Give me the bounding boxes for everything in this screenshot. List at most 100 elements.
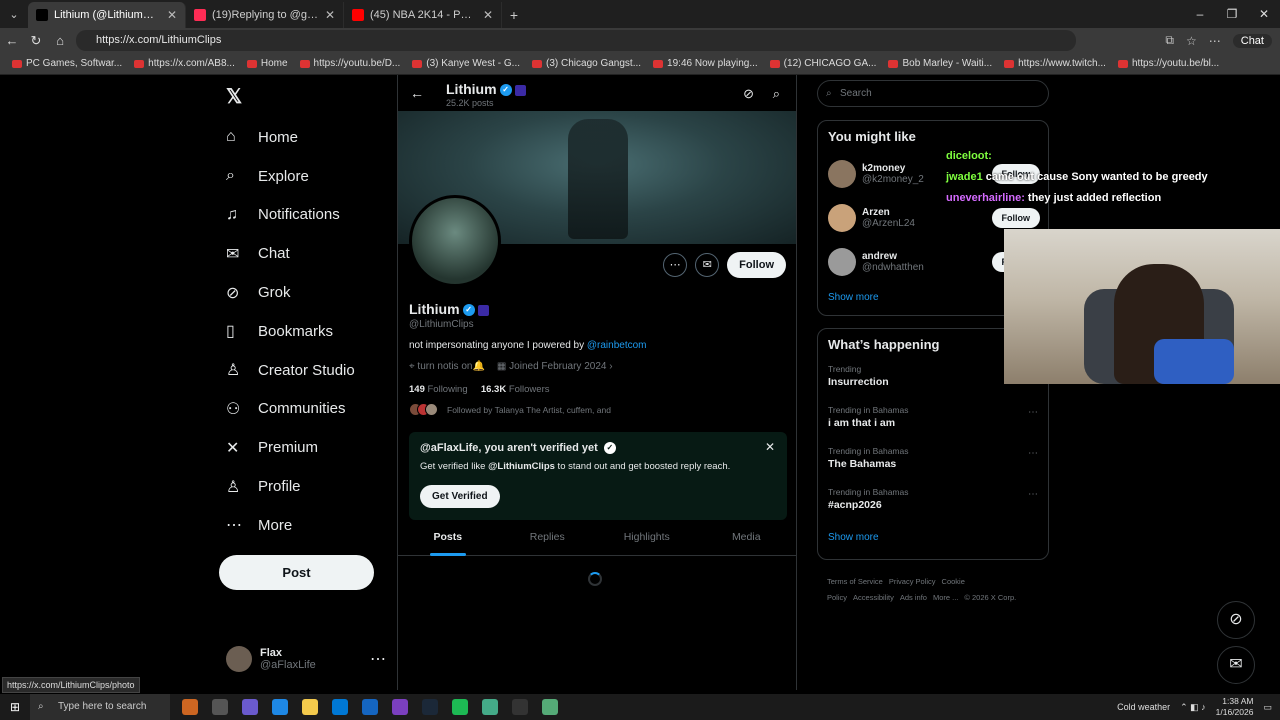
start-icon[interactable]: ⊞ [10,700,20,714]
reload-icon[interactable]: ↻ [24,33,48,49]
bookmark-item[interactable]: https://www.twitch... [998,58,1112,69]
app-icon[interactable] [542,699,558,715]
sidebar-item-profile[interactable]: ♙ Profile [218,467,398,506]
bookmark-item[interactable]: PC Games, Softwar... [6,58,128,69]
follow-button[interactable]: Follow [727,252,786,278]
tab-posts[interactable]: Posts [398,520,498,556]
profile-photo[interactable] [409,195,501,287]
x-logo-icon[interactable]: 𝕏 [226,84,242,109]
bookmark-item[interactable]: (12) CHICAGO GA... [764,58,883,69]
account-menu-icon[interactable]: ⋯ [370,649,386,669]
account-switcher[interactable]: Flax @aFlaxLife ⋯ [226,646,386,672]
back-icon[interactable]: ← [0,33,24,48]
bookmark-item[interactable]: https://x.com/AB8... [128,58,241,69]
more-options-icon[interactable]: ⋯ [663,253,688,277]
back-arrow-icon[interactable]: ← [410,85,424,101]
bookmark-item[interactable]: Bob Marley - Waiti... [882,58,998,69]
bookmark-item[interactable]: (3) Kanye West - G... [406,58,526,69]
app-icon[interactable] [182,699,198,715]
task-view-icon[interactable] [212,699,228,715]
extensions-icon[interactable]: ⧉ [1165,33,1174,48]
following-stat[interactable]: 149 Following [409,384,468,395]
tab-list-chevron-icon[interactable]: ⌄ [0,2,28,28]
close-window-icon[interactable]: ✕ [1248,0,1280,28]
close-tab-icon[interactable]: ✕ [325,8,335,22]
bookmark-item[interactable]: 19:46 Now playing... [647,58,764,69]
grok-float-icon[interactable]: ⊘ [1217,601,1255,639]
copilot-icon[interactable] [242,699,258,715]
bookmark-item[interactable]: https://youtu.be/bl... [1112,58,1225,69]
bookmark-item[interactable]: Home [241,58,294,69]
tray-icons[interactable]: ⌃ ◧ ♪ [1180,702,1206,713]
sidebar-item-bookmarks[interactable]: ▯ Bookmarks [218,312,398,351]
sidebar-item-notifications[interactable]: ♫ Notifications [218,196,398,235]
footer-link[interactable]: Accessibility [853,593,894,602]
tab-replies[interactable]: Replies [498,520,598,555]
search-icon[interactable]: ⌕ [773,86,780,102]
minimize-icon[interactable]: – [1184,0,1216,28]
sidebar-item-explore[interactable]: ⌕ Explore [218,157,398,196]
tab-media[interactable]: Media [697,520,797,555]
trend-more-icon[interactable]: ⋯ [1028,489,1038,500]
copilot-chat-button[interactable]: Chat [1232,33,1272,48]
sidebar-item-premium[interactable]: ✕ Premium [218,428,398,467]
footer-link[interactable]: More ... [933,593,958,602]
footer-link[interactable]: © 2026 X Corp. [964,593,1016,602]
explorer-icon[interactable] [302,699,318,715]
post-button[interactable]: Post [219,555,374,590]
close-tab-icon[interactable]: ✕ [483,8,493,22]
new-tab-button[interactable]: + [502,2,526,28]
home-icon[interactable]: ⌂ [48,33,72,48]
tab-highlights[interactable]: Highlights [597,520,697,555]
sidebar-item-creator-studio[interactable]: ♙ Creator Studio [218,351,398,390]
clock[interactable]: 1:38 AM 1/16/2026 [1216,696,1254,718]
bookmark-item[interactable]: (3) Chicago Gangst... [526,58,647,69]
trend-item[interactable]: Trending in Bahamas i am that i am ⋯ [818,401,1048,442]
message-icon[interactable]: ✉ [695,253,720,277]
messages-float-icon[interactable]: ✉ [1217,646,1255,684]
search-input[interactable]: ⌕ Search [817,80,1049,107]
settings-icon[interactable]: ⋯ [1209,34,1221,48]
footer-link[interactable]: Privacy Policy [889,577,936,586]
trend-item[interactable]: Trending in Bahamas #acnp2026 ⋯ [818,483,1048,524]
store-icon[interactable] [332,699,348,715]
footer-link[interactable]: Terms of Service [827,577,883,586]
suggestion-name: Arzen [862,207,890,218]
followed-by[interactable]: Followed by Talanya The Artist, cuffem, … [409,403,611,416]
outlook-icon[interactable] [362,699,378,715]
bookmark-item[interactable]: https://youtu.be/D... [294,58,407,69]
trend-more-icon[interactable]: ⋯ [1028,448,1038,459]
followers-stat[interactable]: 16.3K Followers [481,384,550,395]
browser-tab[interactable]: (19)Replying to @ghost workers a ✕ [186,2,344,28]
app-icon[interactable] [512,699,528,715]
sidebar-item-chat[interactable]: ✉ Chat [218,234,398,273]
discord-icon[interactable] [392,699,408,715]
sidebar-item-communities[interactable]: ⚇ Communities [218,390,398,429]
app-icon[interactable] [482,699,498,715]
spotify-icon[interactable] [452,699,468,715]
browser-tab[interactable]: Lithium (@LithiumClips) / X ✕ [28,2,186,28]
get-verified-button[interactable]: Get Verified [420,485,500,508]
edge-icon[interactable] [272,699,288,715]
trend-item[interactable]: Trending in Bahamas The Bahamas ⋯ [818,442,1048,483]
notification-icon[interactable]: ▭ [1263,702,1272,713]
steam-icon[interactable] [422,699,438,715]
show-more-link[interactable]: Show more [818,524,1048,551]
maximize-icon[interactable]: ❐ [1216,0,1248,28]
footer-link[interactable]: Ads info [900,593,927,602]
sidebar-item-home[interactable]: ⌂ Home [218,118,398,157]
sidebar-item-more[interactable]: ⋯ More [218,506,398,545]
follow-button[interactable]: Follow [991,208,1040,228]
close-tab-icon[interactable]: ✕ [167,8,177,22]
trend-more-icon[interactable]: ⋯ [1028,407,1038,418]
close-icon[interactable]: ✕ [765,440,775,454]
browser-tab[interactable]: (45) NBA 2K14 - PS4 Gameplay - Y ✕ [344,2,502,28]
sidebar-item-grok[interactable]: ⊘ Grok [218,273,398,312]
grok-icon[interactable]: ⊘ [743,86,754,102]
notifications-icon: ♫ [226,205,238,223]
url-input[interactable]: https://x.com/LithiumClips [76,30,1076,51]
weather-text[interactable]: Cold weather [1117,702,1170,712]
bio-link[interactable]: @rainbetcom [587,340,647,351]
taskbar-search[interactable]: ⌕ Type here to search [30,694,170,720]
favorite-icon[interactable]: ☆ [1186,34,1197,48]
